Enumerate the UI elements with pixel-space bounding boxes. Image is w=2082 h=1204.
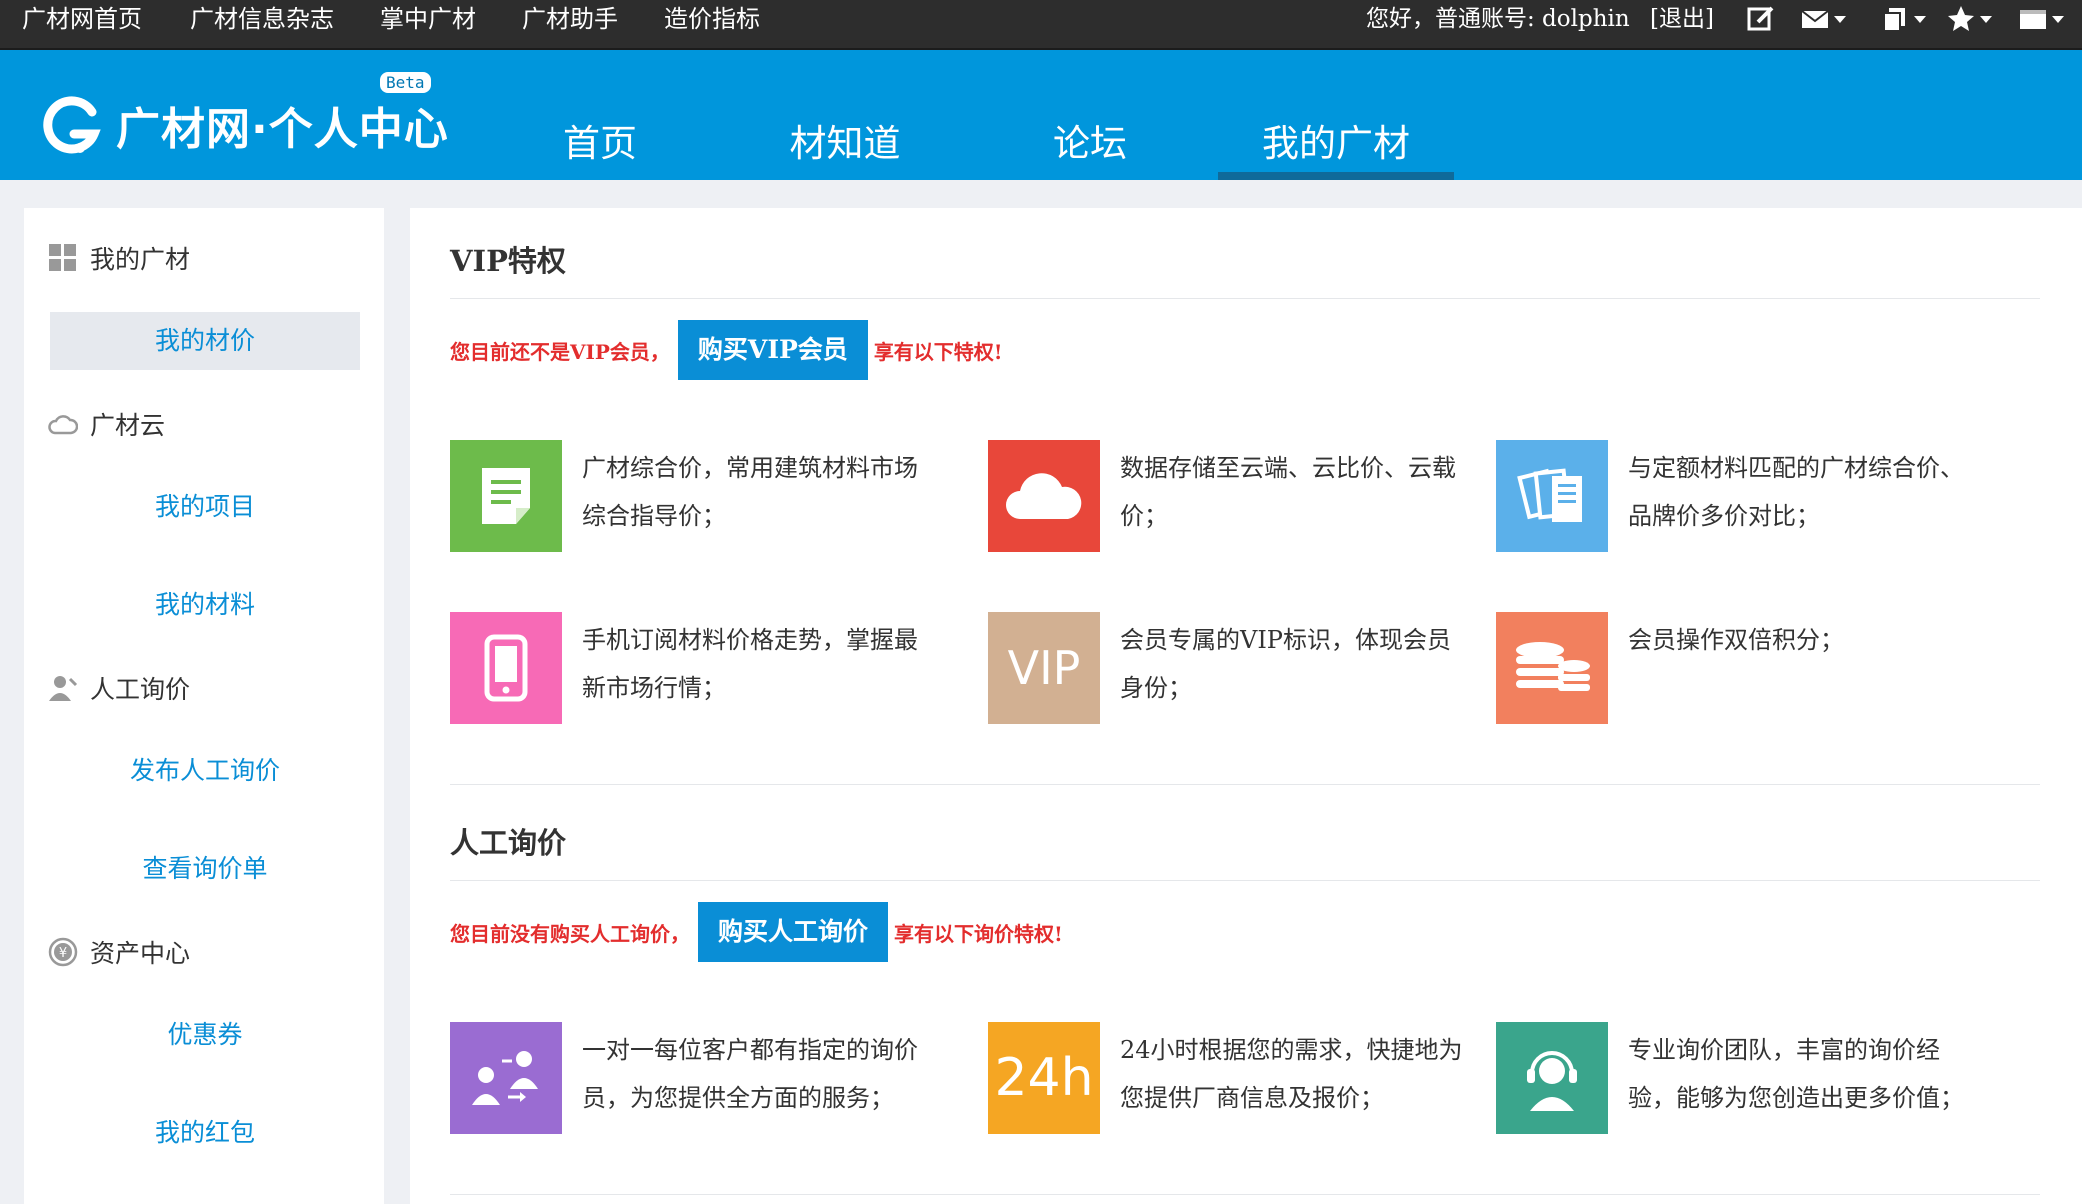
sidebar-section-cloud: 广材云 (48, 404, 165, 444)
copy-icon[interactable] (1880, 4, 1926, 34)
vip-notice-prefix: 您目前还不是VIP会员， (450, 339, 670, 364)
logo-g-icon (43, 96, 101, 154)
buy-vip-button[interactable]: 购买VIP会员 (677, 320, 868, 380)
feature-text: 会员专属的VIP标识，体现会员身份； (1120, 626, 1451, 702)
vip-feature: 手机订阅材料价格走势，掌握最新市场行情； (450, 612, 930, 724)
star-icon[interactable] (1946, 4, 1992, 34)
feature-text: 广材综合价，常用建筑材料市场综合指导价； (582, 454, 918, 530)
vip-feature: VIP 会员专属的VIP标识，体现会员身份； (988, 612, 1468, 724)
logo-text: 广材网·个人中心 (116, 104, 449, 155)
sidebar-section-label: 我的广材 (90, 245, 191, 274)
cloud-outline-icon (48, 415, 78, 435)
sidebar-section-manual-inquiry: 人工询价 (48, 668, 190, 708)
feature-text: 24小时根据您的需求，快捷地为您提供厂商信息及报价； (1120, 1036, 1463, 1112)
sidebar-item-my-price[interactable]: 我的材价 (50, 312, 360, 370)
inquiry-section-title: 人工询价 (450, 826, 567, 860)
vip-icon: VIP (988, 612, 1100, 724)
buy-inquiry-button[interactable]: 购买人工询价 (698, 902, 889, 962)
inquiry-notice: 您目前没有购买人工询价， 购买人工询价 享有以下询价特权! (450, 902, 1063, 962)
feature-text: 一对一每位客户都有指定的询价员，为您提供全方面的服务； (582, 1036, 918, 1112)
top-link-magazine[interactable]: 广材信息杂志 (190, 0, 334, 38)
files-icon (1496, 440, 1608, 552)
sidebar-item-coupon[interactable]: 优惠券 (50, 1006, 360, 1064)
sidebar-item-my-project[interactable]: 我的项目 (50, 478, 360, 536)
nav-home[interactable]: 首页 (540, 108, 660, 180)
divider (450, 1194, 2040, 1195)
sidebar-item-view-inquiry[interactable]: 查看询价单 (50, 840, 360, 898)
vip-notice: 您目前还不是VIP会员， 购买VIP会员 享有以下特权! (450, 320, 1003, 380)
inquiry-feature: 专业询价团队，丰富的询价经验，能够为您创造出更多价值； (1496, 1022, 1976, 1134)
grid-icon (49, 244, 76, 271)
inquiry-notice-prefix: 您目前没有购买人工询价， (450, 921, 690, 946)
coins-icon (1496, 612, 1608, 724)
top-link-home[interactable]: 广材网首页 (22, 0, 142, 38)
site-header: 广材网·个人中心 Beta 首页 材知道 论坛 我的广材 (0, 50, 2082, 180)
sidebar: 我的广材 我的材价 广材云 我的项目 我的材料 人工询价 发布人工询价 查看询价… (24, 208, 384, 1204)
sidebar-item-my-material[interactable]: 我的材料 (50, 576, 360, 634)
headset-icon (1496, 1022, 1608, 1134)
inquiry-feature: 24h 24小时根据您的需求，快捷地为您提供厂商信息及报价； (988, 1022, 1468, 1134)
mail-icon[interactable] (1800, 4, 1846, 34)
sidebar-section-label: 人工询价 (90, 675, 191, 704)
document-icon (450, 440, 562, 552)
inquiry-notice-suffix: 享有以下询价特权! (894, 921, 1063, 946)
sidebar-section-label: 广材云 (90, 411, 166, 440)
divider (450, 880, 2040, 881)
sidebar-item-red-packet[interactable]: 我的红包 (50, 1104, 360, 1162)
logo[interactable]: 广材网·个人中心 (40, 90, 449, 160)
user-icon (49, 676, 78, 701)
feature-text: 会员操作双倍积分； (1628, 626, 1844, 654)
divider (450, 784, 2040, 785)
vip-feature: 广材综合价，常用建筑材料市场综合指导价； (450, 440, 930, 552)
svg-text:¥: ¥ (59, 946, 67, 961)
main-content: VIP特权 您目前还不是VIP会员， 购买VIP会员 享有以下特权! 广材综合价… (410, 208, 2082, 1204)
edit-icon[interactable] (1746, 4, 1776, 34)
window-icon[interactable] (2018, 4, 2064, 34)
vip-feature: 数据存储至云端、云比价、云载价； (988, 440, 1468, 552)
sidebar-section-label: 资产中心 (90, 939, 191, 968)
top-link-cost-index[interactable]: 造价指标 (664, 0, 760, 38)
vip-section-title: VIP特权 (450, 244, 566, 278)
logout-link[interactable]: [退出] (1650, 0, 1714, 38)
greeting-text: 您好，普通账号: dolphin (1366, 6, 1630, 32)
beta-badge: Beta (380, 72, 431, 93)
nav-my-guangcai[interactable]: 我的广材 (1218, 108, 1454, 180)
divider (450, 298, 2040, 299)
coin-icon: ¥ (48, 937, 78, 967)
feature-text: 与定额材料匹配的广材综合价、品牌价多价对比； (1628, 454, 1964, 530)
vip-notice-suffix: 享有以下特权! (873, 339, 1003, 364)
cloud-icon (988, 440, 1100, 552)
nav-knowledge[interactable]: 材知道 (770, 108, 920, 180)
mobile-icon (450, 612, 562, 724)
top-link-mobile[interactable]: 掌中广材 (380, 0, 476, 38)
sidebar-section-my-guangcai: 我的广材 (48, 238, 190, 278)
vip-feature: 会员操作双倍积分； (1496, 612, 1976, 724)
sidebar-item-publish-inquiry[interactable]: 发布人工询价 (50, 742, 360, 800)
feature-text: 手机订阅材料价格走势，掌握最新市场行情； (582, 626, 918, 702)
top-bar: 广材网首页 广材信息杂志 掌中广材 广材助手 造价指标 您好，普通账号: dol… (0, 0, 2082, 50)
24h-icon: 24h (988, 1022, 1100, 1134)
sidebar-section-asset-center: ¥ 资产中心 (48, 932, 190, 972)
inquiry-feature: 一对一每位客户都有指定的询价员，为您提供全方面的服务； (450, 1022, 930, 1134)
feature-text: 数据存储至云端、云比价、云载价； (1120, 454, 1456, 530)
feature-text: 专业询价团队，丰富的询价经验，能够为您创造出更多价值； (1628, 1036, 1964, 1112)
vip-feature: 与定额材料匹配的广材综合价、品牌价多价对比； (1496, 440, 1976, 552)
nav-forum[interactable]: 论坛 (1030, 108, 1150, 180)
exchange-icon (450, 1022, 562, 1134)
top-link-assistant[interactable]: 广材助手 (522, 0, 618, 38)
